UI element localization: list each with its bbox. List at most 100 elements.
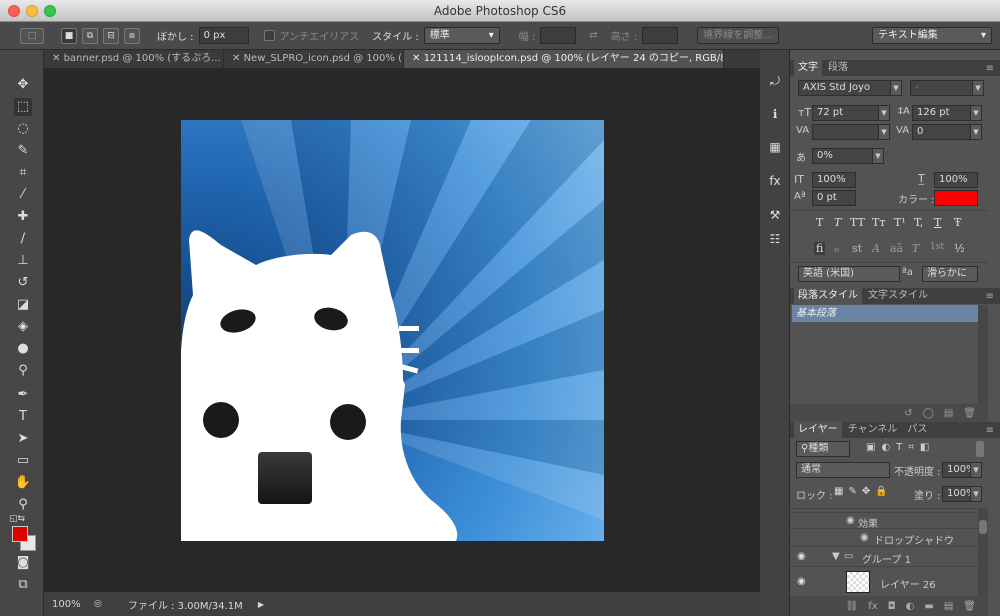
tab-paragraph-styles[interactable]: 段落スタイル xyxy=(794,288,862,304)
tracking-input[interactable]: 0 xyxy=(912,124,978,140)
discretionary-ligatures-icon[interactable]: ℴ xyxy=(834,242,839,255)
ordinals-icon[interactable]: 1st xyxy=(930,242,944,252)
info-panel-icon[interactable]: ℹ xyxy=(766,105,784,123)
table-row[interactable]: ◉ ▼ ▭ グループ 1 xyxy=(790,546,988,566)
history-panel-icon[interactable]: ⤾ xyxy=(766,72,784,90)
panel-menu-icon[interactable]: ≡ xyxy=(986,291,994,302)
rect-marquee-tool-icon[interactable]: ⬚ xyxy=(14,98,32,116)
tool-presets-icon[interactable]: ⚒ xyxy=(766,206,784,224)
history-brush-tool-icon[interactable]: ↺ xyxy=(14,274,32,292)
close-window-button[interactable] xyxy=(8,5,20,17)
zoom-level[interactable]: 100% xyxy=(52,599,84,610)
link-icon[interactable]: ⛓ xyxy=(846,601,859,612)
filter-toggle[interactable] xyxy=(976,441,984,457)
table-row[interactable]: ◉ レイヤー 26 xyxy=(790,566,988,596)
move-tool-icon[interactable]: ✥ xyxy=(14,76,32,94)
panel-menu-icon[interactable]: ≡ xyxy=(986,63,994,74)
feather-input[interactable]: 0 px xyxy=(198,27,249,44)
quick-mask-icon[interactable]: ◙ xyxy=(14,554,32,572)
font-family-select[interactable]: AXIS Std Joyo xyxy=(798,80,898,96)
layer-filter-icons[interactable]: ▣◐T⌗◧ xyxy=(866,442,935,453)
oldstyle-icon[interactable]: st xyxy=(852,242,862,255)
tab-new-slpro-icon[interactable]: ✕ New_SLPRO_icon.psd @ 100% (... xyxy=(224,50,404,68)
shape-tool-icon[interactable]: ▭ xyxy=(14,452,32,470)
chevron-down-icon[interactable]: ▼ xyxy=(970,462,982,478)
subscript-icon[interactable]: T, xyxy=(914,216,923,229)
effect-eye-icon[interactable]: ◉ xyxy=(846,515,855,526)
screen-mode-icon[interactable]: ⧉ xyxy=(14,576,32,594)
chevron-down-icon[interactable]: ▼ xyxy=(970,105,982,121)
tab-isloop-icon[interactable]: ✕ 121114_isloopIcon.psd @ 100% (レイヤー 24 … xyxy=(404,50,724,68)
close-icon[interactable]: ✕ xyxy=(52,53,64,64)
chevron-down-icon[interactable]: ▼ xyxy=(872,148,884,164)
faux-italic-icon[interactable]: T xyxy=(834,216,841,229)
blend-mode-select[interactable]: 通常 xyxy=(796,462,890,478)
layer-filter-select[interactable]: ⚲種類 xyxy=(796,441,850,457)
trash-icon[interactable]: 🗑 xyxy=(963,601,976,612)
minimize-window-button[interactable] xyxy=(26,5,38,17)
folder-icon[interactable]: ▬ xyxy=(924,601,933,612)
style-select[interactable]: 標準 ▾ xyxy=(423,27,500,44)
swatches-panel-icon[interactable]: ▦ xyxy=(766,138,784,156)
all-caps-icon[interactable]: TT xyxy=(850,216,865,229)
document-canvas[interactable] xyxy=(181,120,604,541)
close-icon[interactable]: ✕ xyxy=(412,53,424,64)
table-row[interactable]: ◉ ドロップシャドウ xyxy=(790,528,988,547)
chevron-down-icon[interactable]: ▼ xyxy=(878,105,890,121)
zoom-window-button[interactable] xyxy=(44,5,56,17)
lasso-tool-icon[interactable]: ◌ xyxy=(14,120,32,138)
styles-fx-panel-icon[interactable]: fx xyxy=(766,172,784,190)
fill-input[interactable]: 100% xyxy=(942,486,972,502)
vertical-scale-input[interactable]: 100% xyxy=(812,172,856,188)
adjustments-panel-icon[interactable]: ☷ xyxy=(766,230,784,248)
tab-banner[interactable]: ✕ banner.psd @ 100% (するぷろ... xyxy=(44,50,224,68)
new-style-icon[interactable]: ▤ xyxy=(944,408,953,419)
type-tool-icon[interactable]: T xyxy=(14,408,32,426)
strikethrough-icon[interactable]: Ŧ xyxy=(954,216,961,229)
superscript-icon[interactable]: T¹ xyxy=(894,216,906,229)
scrollbar[interactable] xyxy=(978,508,988,596)
chevron-down-icon[interactable]: ▼ xyxy=(878,124,890,140)
chevron-down-icon[interactable]: ▼ xyxy=(972,80,984,96)
tab-channels[interactable]: チャンネル xyxy=(844,422,902,438)
chevron-down-icon[interactable]: ▼ xyxy=(970,486,982,502)
antialias-select[interactable]: 滑らかに xyxy=(922,266,978,282)
scrollbar[interactable] xyxy=(978,305,988,405)
brush-tool-icon[interactable]: ∕ xyxy=(14,230,32,248)
marquee-tool-preset-icon[interactable]: ⬚ xyxy=(20,27,44,44)
foreground-color-swatch[interactable] xyxy=(12,526,28,542)
eye-icon[interactable]: ◉ xyxy=(797,576,806,587)
swash-icon[interactable]: A xyxy=(872,242,880,255)
underline-icon[interactable]: T xyxy=(934,216,941,229)
height-input[interactable] xyxy=(642,27,679,44)
adjustment-icon[interactable]: ◐ xyxy=(906,601,915,612)
pen-tool-icon[interactable]: ✒ xyxy=(14,386,32,404)
ligatures-icon[interactable]: fi xyxy=(814,242,826,255)
mask-icon[interactable]: ◘ xyxy=(888,601,896,612)
panel-menu-icon[interactable]: ≡ xyxy=(986,425,994,436)
language-select[interactable]: 英語 (米国) xyxy=(798,266,900,282)
refine-edge-button[interactable]: 境界線を調整... xyxy=(697,27,779,44)
baseline-shift-input[interactable]: 0 pt xyxy=(812,190,856,206)
tsume-input[interactable]: 0% xyxy=(812,148,878,164)
eye-icon[interactable]: ◉ xyxy=(797,551,806,562)
subtract-selection-icon[interactable]: ⊟ xyxy=(103,27,119,44)
intersect-selection-icon[interactable]: ⧇ xyxy=(124,27,140,44)
trash-icon[interactable]: 🗑 xyxy=(963,408,976,419)
lock-icons[interactable]: ▦✎✥🔒 xyxy=(834,486,893,497)
new-layer-icon[interactable]: ▤ xyxy=(944,601,953,612)
healing-brush-tool-icon[interactable]: ✚ xyxy=(14,208,32,226)
fractions-icon[interactable]: ½ xyxy=(954,242,965,255)
blur-tool-icon[interactable]: ● xyxy=(14,340,32,358)
titling-alternates-icon[interactable]: T xyxy=(912,242,919,255)
paint-bucket-tool-icon[interactable]: ◈ xyxy=(14,318,32,336)
chevron-down-icon[interactable]: ▼ xyxy=(970,124,982,140)
eyedropper-tool-icon[interactable]: ⁄ xyxy=(14,186,32,204)
redefine-style-icon[interactable]: ◯ xyxy=(923,408,934,419)
clear-override-icon[interactable]: ↺ xyxy=(904,408,912,419)
antialias-checkbox[interactable] xyxy=(263,30,275,41)
table-row[interactable]: ◉ 効果 xyxy=(790,512,988,530)
status-menu-arrow-icon[interactable]: ▶ xyxy=(258,600,264,609)
swap-dimensions-icon[interactable]: ⇄ xyxy=(589,30,597,41)
tab-layers[interactable]: レイヤー xyxy=(794,422,842,438)
